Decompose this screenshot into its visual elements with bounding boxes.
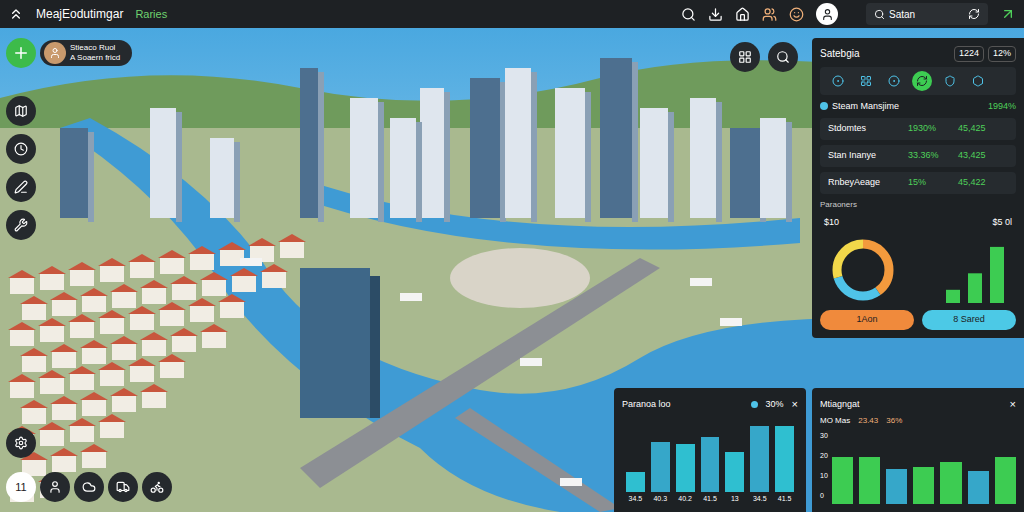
tab-icon — [860, 75, 872, 87]
plus-icon — [12, 44, 30, 62]
close-button[interactable]: × — [792, 396, 798, 413]
grid-icon — [738, 50, 752, 64]
refresh-icon[interactable] — [968, 8, 980, 20]
tab-icon — [888, 75, 900, 87]
avatar-icon[interactable] — [789, 7, 804, 22]
bar — [676, 444, 695, 492]
truck-icon — [116, 480, 130, 494]
panel-tab[interactable] — [940, 71, 960, 91]
stat-row[interactable]: Stdomtes1930%45,425 — [820, 118, 1016, 140]
gear-icon — [14, 436, 28, 450]
home-icon[interactable] — [735, 7, 750, 22]
panel-button[interactable]: 8 Sared — [922, 310, 1016, 330]
panel-title: Satebgia — [820, 46, 950, 61]
map-icon — [14, 104, 28, 118]
app-title: MeajEodutimgar — [36, 5, 123, 23]
stat-row[interactable]: Stan Inanye33.36%43,425 — [820, 145, 1016, 167]
zoom-icon — [776, 50, 790, 64]
bar — [940, 462, 961, 504]
panel-badge: 12% — [988, 46, 1016, 62]
bar-chart — [938, 235, 1008, 305]
map-area: Stieaco RuolA Soaern fricd 11 Satebgia 1224… — [0, 28, 1024, 512]
bar — [701, 437, 720, 492]
tab-icon — [972, 75, 984, 87]
chart-title: Paraoners — [820, 199, 1016, 211]
download-icon[interactable] — [708, 7, 723, 22]
panel-tab[interactable] — [828, 71, 848, 91]
panel-tab[interactable] — [968, 71, 988, 91]
stat-row[interactable]: RnbeyAeage15%45,422 — [820, 172, 1016, 194]
top-bar: MeajEodutimgar Raries Satan — [0, 0, 1024, 28]
panel-tab[interactable] — [856, 71, 876, 91]
panel-tab[interactable] — [912, 71, 932, 91]
bottom-toolbar: 11 — [6, 472, 172, 502]
bar — [626, 472, 645, 492]
layers-button[interactable] — [730, 42, 760, 72]
bar — [913, 467, 934, 504]
settings-button[interactable] — [6, 428, 36, 458]
arrow-icon[interactable] — [1000, 6, 1016, 22]
bar — [725, 452, 744, 492]
bar — [995, 457, 1016, 504]
bar — [832, 457, 853, 504]
user-icon — [821, 8, 834, 21]
player-icon — [49, 47, 61, 59]
bar — [968, 471, 989, 504]
tab-icon — [944, 75, 956, 87]
people-icon[interactable] — [762, 7, 777, 22]
add-button[interactable] — [6, 38, 36, 68]
panel-button[interactable]: 1Aon — [820, 310, 914, 330]
section-header: Steam Mansjime1994% — [820, 100, 1016, 114]
icon-tabs — [820, 67, 1016, 95]
close-button[interactable]: × — [1010, 396, 1016, 413]
menu-icon[interactable] — [8, 6, 24, 22]
bar — [775, 426, 794, 492]
profile-button[interactable] — [816, 3, 838, 25]
map-tool[interactable] — [6, 96, 36, 126]
clock-icon — [14, 142, 28, 156]
game-screen: MeajEodutimgar Raries Satan Stieaco RuolA S… — [0, 0, 1024, 512]
cloud-icon — [82, 480, 96, 494]
bike-button[interactable] — [142, 472, 172, 502]
transport-button[interactable] — [108, 472, 138, 502]
bar — [859, 457, 880, 504]
citizen-button[interactable] — [40, 472, 70, 502]
counter-button[interactable]: 11 — [6, 472, 36, 502]
management-panel: Mtiagngat×MO Mas23.4336%3020100 — [812, 388, 1024, 512]
wrench-icon — [14, 218, 28, 232]
draw-tool[interactable] — [6, 172, 36, 202]
bar — [651, 442, 670, 492]
pen-icon — [14, 180, 28, 194]
donut-chart — [828, 235, 898, 305]
zoom-button[interactable] — [768, 42, 798, 72]
search-field[interactable]: Satan — [866, 3, 988, 25]
field-search-icon — [874, 9, 885, 20]
panel-tab[interactable] — [884, 71, 904, 91]
bike-icon — [150, 480, 164, 494]
population-panel: Paranoa loo30%×34.540.340.241.51334.541.… — [614, 388, 806, 512]
stats-panel: Satebgia 122412% Steam Mansjime1994% Stdomt… — [812, 38, 1024, 338]
bar — [750, 426, 769, 492]
tab-icon — [832, 75, 844, 87]
weather-button[interactable] — [74, 472, 104, 502]
tab-icon — [916, 75, 928, 87]
bar — [886, 469, 907, 504]
player-card[interactable]: Stieaco RuolA Soaern fricd — [40, 40, 132, 66]
app-subtitle[interactable]: Raries — [135, 6, 167, 23]
time-tool[interactable] — [6, 134, 36, 164]
search-icon[interactable] — [681, 7, 696, 22]
panel-badge: 1224 — [954, 46, 984, 62]
build-tool[interactable] — [6, 210, 36, 240]
person-icon — [48, 480, 62, 494]
